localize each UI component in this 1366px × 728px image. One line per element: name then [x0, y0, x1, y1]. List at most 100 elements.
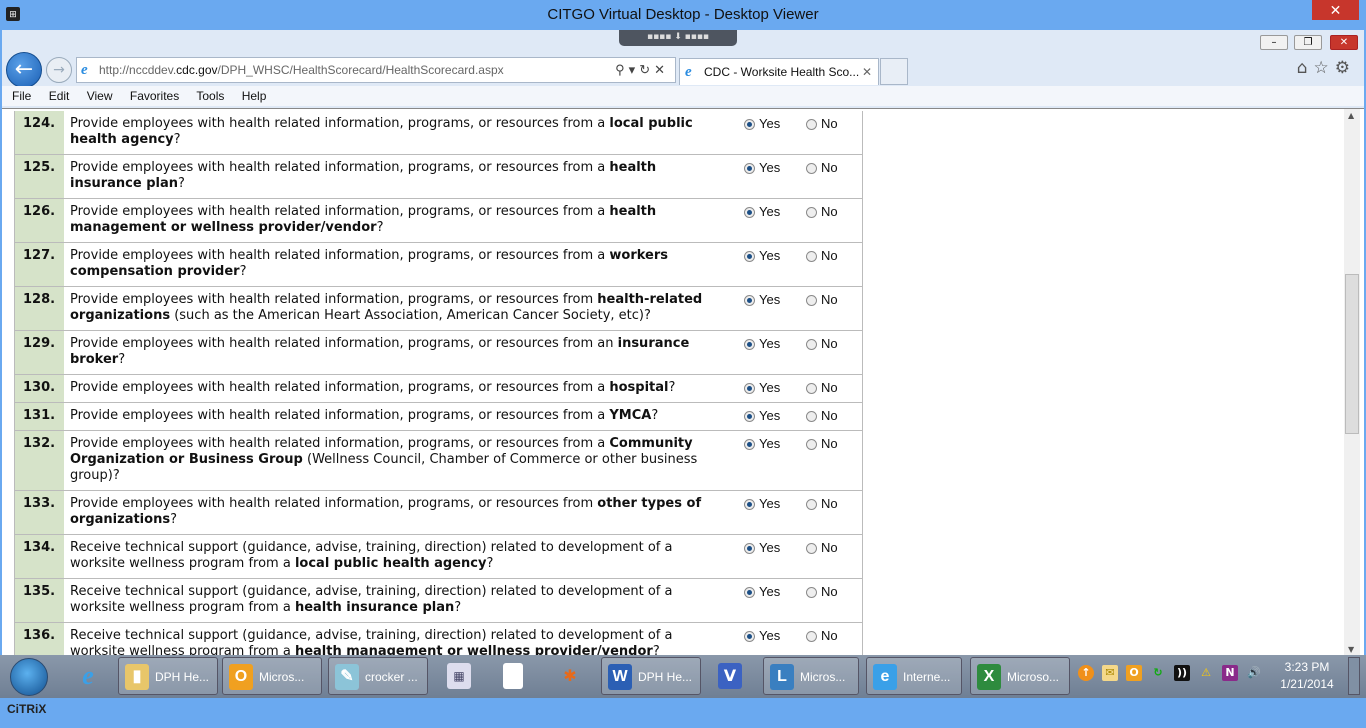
yes-option[interactable]: Yes [744, 248, 806, 264]
no-radio[interactable] [806, 498, 817, 510]
yes-option[interactable]: Yes [744, 204, 806, 220]
no-option[interactable]: No [806, 160, 838, 176]
no-radio[interactable] [806, 630, 817, 642]
taskbar-item[interactable]: ▮ DPH He... [118, 657, 218, 695]
yes-radio[interactable] [744, 630, 755, 642]
taskbar-item[interactable]: O Micros... [222, 657, 322, 695]
scrollbar-thumb[interactable] [1345, 274, 1359, 434]
yes-radio[interactable] [744, 410, 755, 422]
yes-radio[interactable] [744, 206, 755, 218]
outlook-tray-icon[interactable]: O [1126, 665, 1142, 681]
yes-radio[interactable] [744, 586, 755, 598]
calculator-icon[interactable]: ▦ [447, 663, 471, 689]
no-option[interactable]: No [806, 540, 838, 556]
no-radio[interactable] [806, 438, 817, 450]
search-icon[interactable]: ⚲ [615, 62, 629, 77]
update-icon[interactable]: ↑ [1078, 665, 1094, 681]
tool-app-icon[interactable]: ✱ [558, 663, 582, 689]
menu-file[interactable]: File [12, 89, 31, 103]
windows-logo-icon[interactable]: ⊞ [6, 7, 20, 21]
forward-button[interactable]: → [46, 57, 72, 83]
new-tab-button[interactable] [880, 58, 908, 85]
taskbar-item[interactable]: ✎ crocker ... [328, 657, 428, 695]
yes-radio[interactable] [744, 542, 755, 554]
ie-pinned-icon[interactable]: e [76, 663, 100, 689]
refresh-icon[interactable]: ↻ [639, 62, 654, 77]
no-option[interactable]: No [806, 204, 838, 220]
restore-button[interactable]: ❐ [1294, 35, 1322, 50]
no-option[interactable]: No [806, 248, 838, 264]
yes-radio[interactable] [744, 250, 755, 262]
no-radio[interactable] [806, 338, 817, 350]
yes-option[interactable]: Yes [744, 540, 806, 556]
visio-icon[interactable]: V [718, 663, 742, 689]
taskbar-item[interactable]: X Microso... [970, 657, 1070, 695]
yes-option[interactable]: Yes [744, 436, 806, 452]
back-button[interactable]: ← [6, 52, 42, 88]
no-option[interactable]: No [806, 436, 838, 452]
yes-option[interactable]: Yes [744, 628, 806, 644]
onenote-icon[interactable]: N [1222, 665, 1238, 681]
no-radio[interactable] [806, 382, 817, 394]
yes-option[interactable]: Yes [744, 584, 806, 600]
citrix-toolbar-handle[interactable]: ▪▪▪▪ ⬇ ▪▪▪▪ [619, 30, 737, 46]
no-option[interactable]: No [806, 116, 838, 132]
dropdown-icon[interactable]: ▾ [629, 62, 640, 77]
favorites-star-icon[interactable]: ☆ [1314, 58, 1335, 78]
no-option[interactable]: No [806, 292, 838, 308]
yes-radio[interactable] [744, 382, 755, 394]
stop-icon[interactable]: ✕ [654, 62, 669, 77]
wireless-icon[interactable]: )) [1174, 665, 1190, 681]
no-option[interactable]: No [806, 408, 838, 424]
no-option[interactable]: No [806, 336, 838, 352]
yes-radio[interactable] [744, 498, 755, 510]
yes-radio[interactable] [744, 118, 755, 130]
taskbar-item[interactable]: L Micros... [763, 657, 859, 695]
sync-icon[interactable]: ↻ [1150, 665, 1166, 681]
home-icon[interactable]: ⌂ [1297, 58, 1314, 78]
menu-favorites[interactable]: Favorites [130, 89, 179, 103]
yes-option[interactable]: Yes [744, 496, 806, 512]
no-radio[interactable] [806, 250, 817, 262]
yes-option[interactable]: Yes [744, 336, 806, 352]
no-radio[interactable] [806, 410, 817, 422]
blank-document-icon[interactable] [503, 663, 523, 689]
window-close-button[interactable]: ✕ [1312, 0, 1359, 20]
volume-icon[interactable]: 🔊 [1246, 665, 1262, 681]
yes-option[interactable]: Yes [744, 408, 806, 424]
minimize-button[interactable]: – [1260, 35, 1288, 50]
no-radio[interactable] [806, 542, 817, 554]
clock[interactable]: 3:23 PM 1/21/2014 [1272, 659, 1342, 693]
no-radio[interactable] [806, 162, 817, 174]
no-radio[interactable] [806, 586, 817, 598]
menu-tools[interactable]: Tools [196, 89, 224, 103]
mail-icon[interactable]: ✉ [1102, 665, 1118, 681]
start-button[interactable] [10, 658, 48, 696]
tab-close-icon[interactable]: ✕ [862, 59, 872, 85]
yes-radio[interactable] [744, 338, 755, 350]
show-desktop-button[interactable] [1348, 657, 1360, 695]
yes-radio[interactable] [744, 294, 755, 306]
menu-view[interactable]: View [87, 89, 113, 103]
no-option[interactable]: No [806, 628, 838, 644]
browser-close-button[interactable]: ✕ [1330, 35, 1358, 50]
address-bar[interactable]: e http://nccddev.cdc.gov/DPH_WHSC/Health… [76, 57, 676, 83]
no-option[interactable]: No [806, 584, 838, 600]
no-radio[interactable] [806, 294, 817, 306]
no-radio[interactable] [806, 206, 817, 218]
taskbar-item[interactable]: W DPH He... [601, 657, 701, 695]
scroll-up-icon[interactable]: ▲ [1348, 111, 1354, 120]
yes-radio[interactable] [744, 438, 755, 450]
taskbar-item[interactable]: e Interne... [866, 657, 962, 695]
no-radio[interactable] [806, 118, 817, 130]
no-option[interactable]: No [806, 496, 838, 512]
tab-worksite-health[interactable]: e CDC - Worksite Health Sco... ✕ [679, 58, 879, 85]
yes-option[interactable]: Yes [744, 380, 806, 396]
menu-edit[interactable]: Edit [49, 89, 70, 103]
yes-option[interactable]: Yes [744, 116, 806, 132]
no-option[interactable]: No [806, 380, 838, 396]
yes-option[interactable]: Yes [744, 160, 806, 176]
yes-option[interactable]: Yes [744, 292, 806, 308]
vertical-scrollbar[interactable]: ▲ ▼ [1344, 109, 1360, 655]
network-warning-icon[interactable]: ⚠ [1198, 665, 1214, 681]
